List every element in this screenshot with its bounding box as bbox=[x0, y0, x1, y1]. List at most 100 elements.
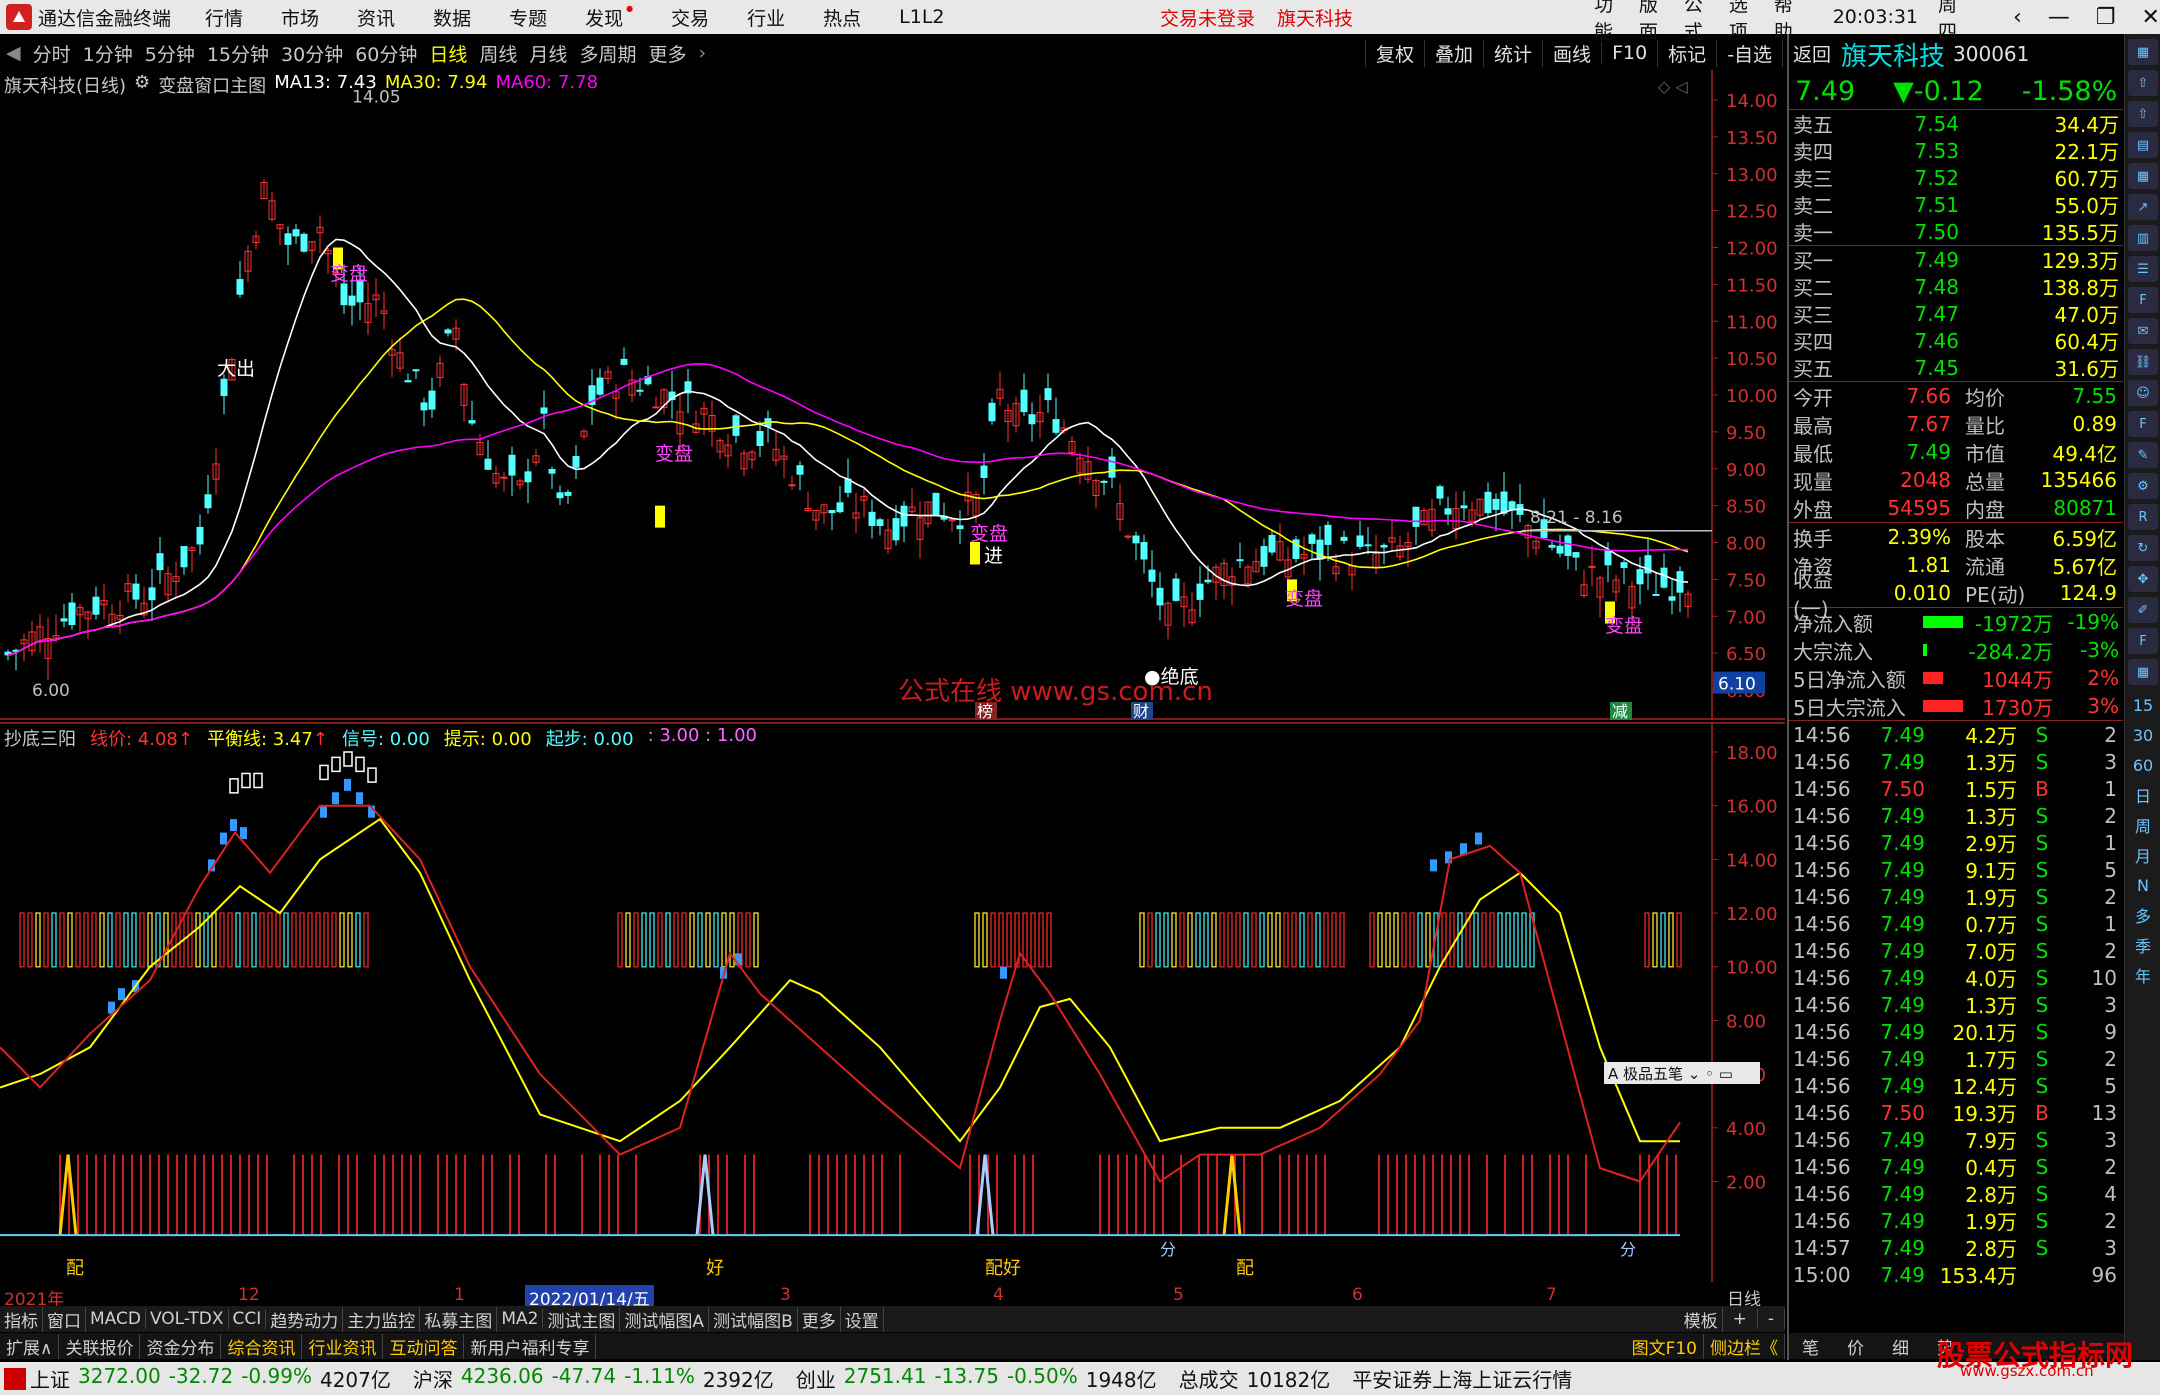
period-shortcut-4[interactable]: 周 bbox=[2125, 810, 2160, 840]
link-icon[interactable]: ⛓ bbox=[2128, 349, 2158, 375]
period-shortcut-5[interactable]: 月 bbox=[2125, 840, 2160, 870]
move-icon[interactable]: ✥ bbox=[2128, 566, 2158, 592]
tool-huaxian[interactable]: 画线 bbox=[1542, 39, 1601, 67]
tab-zonghe[interactable]: 综合资讯 bbox=[221, 1333, 303, 1359]
period-week[interactable]: 周线 bbox=[479, 40, 517, 67]
period-60min[interactable]: 60分钟 bbox=[355, 40, 417, 67]
tab-ceshi-zhutu[interactable]: 测试主图 bbox=[543, 1306, 621, 1332]
refresh-icon[interactable]: ↻ bbox=[2128, 535, 2158, 561]
market-icon[interactable] bbox=[4, 1367, 26, 1390]
tab-guanlian[interactable]: 关联报价 bbox=[59, 1333, 141, 1359]
tab-ma2[interactable]: MA2 bbox=[497, 1309, 544, 1329]
tool-tongji[interactable]: 统计 bbox=[1483, 39, 1542, 67]
bianpan-label: 变盘 bbox=[655, 443, 693, 465]
chart-line-icon[interactable]: ↗ bbox=[2128, 194, 2158, 220]
tab-cci[interactable]: CCI bbox=[229, 1309, 267, 1329]
tab-zhibiao[interactable]: 指标 bbox=[0, 1306, 43, 1332]
tab-tuwen-f10[interactable]: 图文F10 bbox=[1626, 1333, 1704, 1359]
menu-l1l2[interactable]: L1L2 bbox=[899, 6, 944, 28]
period-more[interactable]: 更多 bbox=[648, 40, 686, 67]
tab-zijin[interactable]: 资金分布 bbox=[140, 1333, 222, 1359]
period-multi[interactable]: 多周期 bbox=[579, 40, 636, 67]
calendar-2-icon[interactable]: ▦ bbox=[2128, 659, 2158, 685]
up-arrow-2-icon[interactable]: ⇧ bbox=[2128, 101, 2158, 127]
up-arrow-icon[interactable]: ⇧ bbox=[2128, 70, 2158, 96]
menu-jiaoyi[interactable]: 交易 bbox=[671, 4, 709, 31]
tab-vol-tdx[interactable]: VOL-TDX bbox=[146, 1309, 229, 1329]
calendar-icon[interactable]: ▦ bbox=[2128, 39, 2158, 65]
indicator-chart[interactable]: 18.0016.0014.0012.0010.008.006.004.002.0… bbox=[0, 722, 1785, 1282]
grid-icon[interactable]: ▦ bbox=[2128, 163, 2158, 189]
settings-icon[interactable]: ⚙ bbox=[2128, 473, 2158, 499]
tool-f10[interactable]: F10 bbox=[1601, 42, 1657, 64]
period-shortcut-3[interactable]: 日 bbox=[2125, 780, 2160, 810]
chart-bar-icon[interactable]: ▥ bbox=[2128, 225, 2158, 251]
tab-ceshi-futu-b[interactable]: 测试幅图B bbox=[709, 1306, 798, 1332]
tab-qushi[interactable]: 趋势动力 bbox=[266, 1306, 344, 1332]
back-icon[interactable]: ‹ bbox=[2013, 5, 2022, 30]
tab-shezhi[interactable]: 设置 bbox=[841, 1306, 884, 1332]
menu-shichang[interactable]: 市场 bbox=[281, 4, 319, 31]
menu-shuju[interactable]: 数据 bbox=[433, 4, 471, 31]
user-icon[interactable]: ☺ bbox=[2128, 380, 2158, 406]
chevron-right-icon[interactable]: › bbox=[698, 42, 706, 64]
news-icon[interactable]: ✉ bbox=[2128, 318, 2158, 344]
period-month[interactable]: 月线 bbox=[529, 40, 567, 67]
tab-hangye[interactable]: 行业资讯 bbox=[302, 1333, 384, 1359]
list-icon[interactable]: ☰ bbox=[2128, 256, 2158, 282]
main-formula[interactable]: 变盘窗口主图 bbox=[158, 72, 266, 98]
plus-icon[interactable]: + bbox=[1723, 1309, 1758, 1329]
tab-chuangkou[interactable]: 窗口 bbox=[43, 1306, 86, 1332]
period-fenshi[interactable]: 分时 bbox=[33, 40, 71, 67]
formula-icon[interactable]: ⚙ bbox=[134, 72, 150, 98]
login-status[interactable]: 交易未登录 bbox=[1160, 4, 1255, 31]
fs-icon[interactable]: F bbox=[2128, 628, 2158, 654]
pen-icon[interactable]: ✐ bbox=[2128, 597, 2158, 623]
book-icon[interactable]: ▤ bbox=[2128, 132, 2158, 158]
period-shortcut-2[interactable]: 60 bbox=[2125, 750, 2160, 780]
collapse-icon[interactable]: ◀ bbox=[6, 42, 21, 64]
minus-icon[interactable]: - bbox=[1758, 1309, 1785, 1329]
period-15min[interactable]: 15分钟 bbox=[207, 40, 269, 67]
tool-diejia[interactable]: 叠加 bbox=[1424, 39, 1483, 67]
period-shortcut-8[interactable]: 季 bbox=[2125, 930, 2160, 960]
period-5min[interactable]: 5分钟 bbox=[145, 40, 195, 67]
tab-cebianlan[interactable]: 侧边栏《 bbox=[1704, 1333, 1785, 1359]
menu-faxian[interactable]: 发现 bbox=[585, 4, 633, 31]
tab-gengduo[interactable]: 更多 bbox=[798, 1306, 841, 1332]
restore-icon[interactable]: ❐ bbox=[2096, 5, 2116, 30]
period-shortcut-6[interactable]: N bbox=[2125, 870, 2160, 900]
tab-zhuli[interactable]: 主力监控 bbox=[343, 1306, 421, 1332]
chat-icon[interactable]: ✎ bbox=[2128, 442, 2158, 468]
period-shortcut-9[interactable]: 年 bbox=[2125, 960, 2160, 990]
tool-fuquan[interactable]: 复权 bbox=[1365, 39, 1424, 67]
tab-simu[interactable]: 私募主图 bbox=[420, 1306, 498, 1332]
menu-hangqing[interactable]: 行情 bbox=[205, 4, 243, 31]
tab-hudong[interactable]: 互动问答 bbox=[383, 1333, 465, 1359]
rsi-icon[interactable]: R bbox=[2128, 504, 2158, 530]
kline-chart[interactable]: 14.00 13.50 13.00 12.50 12.00 11.50 11.00 10.50… bbox=[0, 70, 1785, 720]
tab-moban[interactable]: 模板 bbox=[1680, 1306, 1723, 1332]
tab-ceshi-futu-a[interactable]: 测试幅图A bbox=[620, 1306, 710, 1332]
tab-xinyonghu[interactable]: 新用户福利专享 bbox=[464, 1333, 597, 1359]
menu-zhuanti[interactable]: 专题 bbox=[509, 4, 547, 31]
period-shortcut-7[interactable]: 多 bbox=[2125, 900, 2160, 930]
period-day[interactable]: 日线 bbox=[429, 40, 467, 67]
period-1min[interactable]: 1分钟 bbox=[83, 40, 133, 67]
period-30min[interactable]: 30分钟 bbox=[281, 40, 343, 67]
tab-macd[interactable]: MACD bbox=[86, 1309, 146, 1329]
period-shortcut-0[interactable]: 15 bbox=[2125, 690, 2160, 720]
menu-hangye[interactable]: 行业 bbox=[747, 4, 785, 31]
f5-icon[interactable]: F bbox=[2128, 411, 2158, 437]
f10-icon[interactable]: F bbox=[2128, 287, 2158, 313]
period-shortcut-1[interactable]: 30 bbox=[2125, 720, 2160, 750]
close-icon[interactable]: ✕ bbox=[2142, 5, 2160, 30]
tool-biaoji[interactable]: 标记 bbox=[1657, 39, 1716, 67]
menu-zixun[interactable]: 资讯 bbox=[357, 4, 395, 31]
menu-redian[interactable]: 热点 bbox=[823, 4, 861, 31]
chart-options-icon[interactable]: ◇ ◁ bbox=[1658, 77, 1688, 96]
minimize-icon[interactable]: — bbox=[2048, 5, 2070, 30]
tool-zixuan[interactable]: -自选 bbox=[1716, 39, 1782, 67]
tab-kuozhan[interactable]: 扩展∧ bbox=[0, 1333, 60, 1359]
indicator-name[interactable]: 抄底三阳 bbox=[4, 725, 76, 751]
